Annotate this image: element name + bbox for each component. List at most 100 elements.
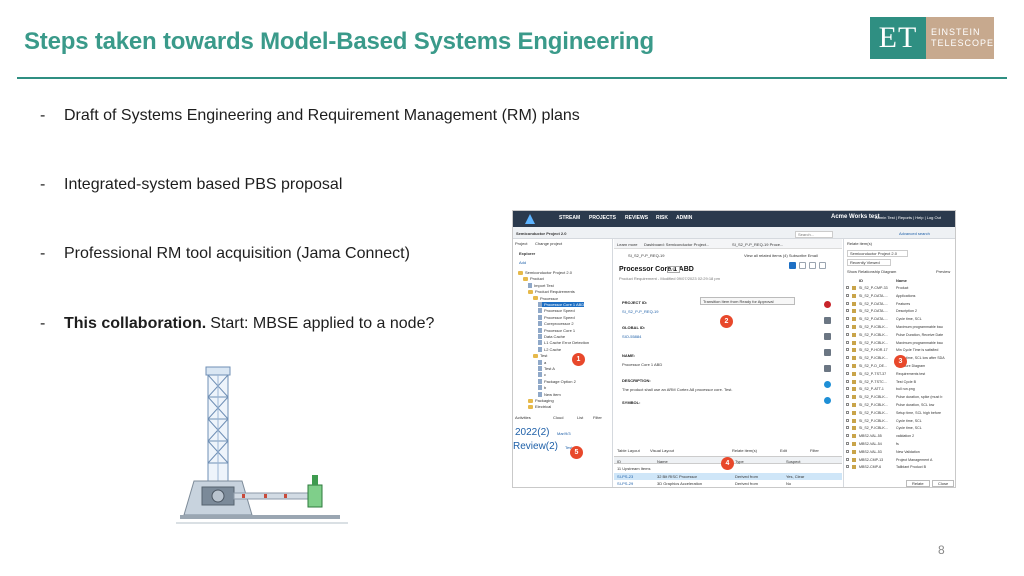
user-links[interactable]: Admin Test | Reports | Help | Log Out: [875, 215, 941, 220]
relate-list-item[interactable]: MBS2-VAL-55 validation 2: [844, 433, 955, 439]
tree-item[interactable]: Packaging: [528, 398, 554, 403]
checkbox[interactable]: [846, 348, 849, 352]
activity-icon[interactable]: [823, 365, 831, 372]
relate-list-item[interactable]: MBS2-CMP-6 Tallblant Product B: [844, 464, 955, 470]
nav-reviews[interactable]: REVIEWS: [625, 215, 648, 221]
checkbox[interactable]: [846, 356, 849, 360]
relate-list-item[interactable]: SI_S2_P-TST-37 Requirements test: [844, 371, 955, 377]
tree-item[interactable]: Semiconductor Project 2.0: [518, 270, 572, 275]
right-column-name[interactable]: Name: [896, 278, 907, 283]
relate-confirm-button[interactable]: Relate: [906, 480, 930, 487]
upstream-group[interactable]: 11 Upstream Items: [617, 466, 651, 471]
checkbox[interactable]: [846, 364, 849, 367]
lock-icon[interactable]: [809, 262, 816, 269]
checkbox[interactable]: [846, 465, 849, 469]
column-type[interactable]: Type: [735, 459, 744, 464]
tree-item[interactable]: L1 Cache Error Detection: [538, 340, 589, 346]
checkbox[interactable]: [846, 395, 849, 399]
recently-viewed-dropdown[interactable]: Recently Viewed: [847, 259, 891, 266]
global-id-value[interactable]: SIO-55884: [622, 334, 641, 339]
relate-list-item[interactable]: SI_S2_P-ICBLK... Maximum programmable bau: [844, 340, 955, 346]
tab-change-project[interactable]: Change project: [535, 241, 562, 246]
checkbox[interactable]: [846, 457, 849, 461]
tab-learn-more[interactable]: Learn more: [617, 242, 637, 247]
table-row[interactable]: SI-PS-29 3D Graphics Acceleration Derived …: [614, 480, 842, 487]
column-name[interactable]: Name: [657, 459, 668, 464]
relate-list-item[interactable]: MBS2-CMP-13 Project Management A: [844, 457, 955, 463]
close-button[interactable]: Close: [932, 480, 955, 487]
relate-list-item[interactable]: SI_S2_P-ICBLK... Pulse Duration, Receive …: [844, 332, 955, 338]
checkbox[interactable]: [846, 340, 849, 344]
comments-icon[interactable]: [823, 317, 831, 324]
footer-tab-cloud[interactable]: Cloud: [553, 415, 563, 420]
tree-item[interactable]: Product: [523, 276, 544, 281]
version-badge[interactable]: V11: [667, 266, 680, 273]
tab-dashboard[interactable]: Dashboard: Semiconductor Project...: [644, 242, 709, 247]
tree-item[interactable]: a: [538, 359, 546, 365]
nav-stream[interactable]: STREAM: [559, 215, 580, 221]
tree-item[interactable]: Processor: [533, 296, 558, 301]
nav-admin[interactable]: ADMIN: [676, 215, 692, 221]
checkbox[interactable]: [846, 449, 849, 453]
checkbox[interactable]: [846, 403, 849, 406]
attachments-icon[interactable]: [823, 333, 831, 340]
notification-icon[interactable]: [823, 301, 831, 308]
transition-dropdown[interactable]: Transition Item from Ready for Approval: [700, 297, 795, 305]
relate-items-button[interactable]: Relate item(s): [732, 448, 757, 453]
breadcrumb[interactable]: SI_S2_P-P_REQ-19: [628, 253, 664, 258]
tree-item[interactable]: Coreprocessor 2: [538, 321, 574, 327]
relate-list-item[interactable]: SI_S2_P-ICBLK... Cycle time, SCL: [844, 418, 955, 424]
table-row[interactable]: SI-PS-313D PrinterDerived fromNo: [614, 487, 842, 488]
right-column-id[interactable]: ID: [859, 278, 863, 283]
filter-button[interactable]: Filter: [810, 448, 819, 453]
share-icon[interactable]: [799, 262, 806, 269]
relate-list-item[interactable]: SI_S2_P-ICBLK... Pulse duration, spike (m…: [844, 394, 955, 400]
cloud-tag-small[interactable]: Mar/9/3: [557, 431, 571, 436]
delete-icon[interactable]: [819, 262, 826, 269]
tree-item[interactable]: Test: [533, 353, 547, 358]
relate-list-item[interactable]: SI_S2_P-CMP-33 Product: [844, 285, 955, 291]
cloud-tag-review[interactable]: Review(2): [513, 441, 558, 452]
tree-item[interactable]: New item: [538, 391, 561, 397]
visual-layout-tab[interactable]: Visual Layout: [650, 448, 674, 453]
relate-list-item[interactable]: SI_S2_P-DATA-... Description 2: [844, 308, 955, 314]
relate-list-item[interactable]: SI_S2_P-HOR-17 Min Cycle Time is satisfie…: [844, 347, 955, 353]
coverage-icon[interactable]: [823, 397, 831, 404]
checkbox[interactable]: [846, 418, 849, 422]
advanced-search-link[interactable]: Advanced search: [899, 231, 930, 236]
tree-item[interactable]: L2 Cache: [538, 346, 561, 352]
tree-item[interactable]: Processor Speed: [538, 308, 575, 314]
checkbox[interactable]: [846, 387, 849, 391]
footer-tab-list[interactable]: List: [577, 415, 583, 420]
preview-toggle[interactable]: Preview: [936, 269, 950, 274]
explorer-tab[interactable]: Explorer: [519, 251, 535, 256]
edit-icon[interactable]: [789, 262, 796, 269]
tree-item[interactable]: c: [538, 372, 546, 378]
relate-list-item[interactable]: SI_S2_P-ICBLK... Maximum programmable bau: [844, 324, 955, 330]
footer-tab-activities[interactable]: Activities: [515, 415, 531, 420]
tree-item[interactable]: Package Option 2: [538, 378, 576, 384]
relate-list-item[interactable]: SI_S2_P-DATA-... Applications: [844, 293, 955, 299]
tree-item[interactable]: Test A: [538, 366, 555, 371]
table-layout-tab[interactable]: Table Layout: [617, 448, 640, 453]
tree-item[interactable]: b: [538, 385, 546, 391]
tab-project[interactable]: Project: [515, 241, 527, 246]
tree-item[interactable]: Import Test: [528, 282, 554, 288]
tree-item[interactable]: Product Requirements: [528, 289, 575, 294]
table-row[interactable]: SI-PS-23 32 Bit RISC Processor Derived fro…: [614, 473, 842, 480]
relate-list-item[interactable]: MBS2-VAL-53 New Validation: [844, 449, 955, 455]
tree-item[interactable]: Electrical: [528, 404, 551, 409]
checkbox[interactable]: [846, 317, 849, 321]
checkbox[interactable]: [846, 293, 849, 297]
checkbox[interactable]: [846, 371, 849, 375]
nav-projects[interactable]: PROJECTS: [589, 215, 616, 221]
checkbox[interactable]: [846, 410, 849, 414]
checkbox[interactable]: [846, 379, 849, 383]
checkbox[interactable]: [846, 286, 849, 289]
tree-item[interactable]: Data Cache: [538, 334, 565, 339]
checkbox[interactable]: [846, 434, 849, 438]
history-icon[interactable]: [823, 349, 831, 356]
relationship-diagram-toggle[interactable]: Show Relationship Diagram: [847, 269, 896, 274]
checkbox[interactable]: [846, 442, 849, 445]
column-suspect[interactable]: Suspect: [786, 459, 800, 464]
